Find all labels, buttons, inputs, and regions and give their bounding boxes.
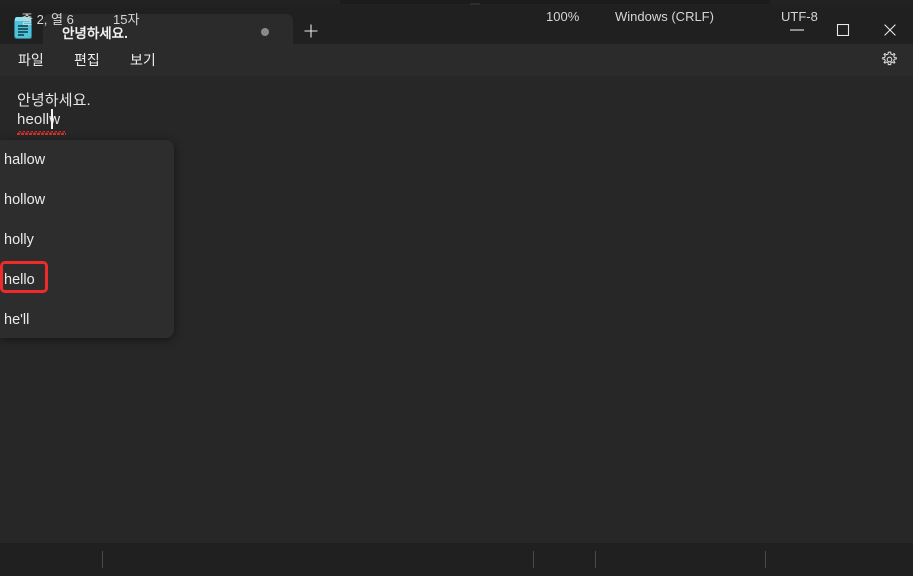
gear-icon [882, 51, 897, 66]
suggestion-item-hollow[interactable]: hollow [0, 180, 174, 220]
menu-item-file[interactable]: 파일 [10, 48, 52, 72]
new-tab-button[interactable] [295, 16, 327, 46]
text-caret [51, 109, 53, 129]
editor-line-2: heollw [17, 111, 61, 128]
suggestion-item-hello[interactable]: hello [0, 260, 174, 300]
status-line-column[interactable]: 줄 2, 열 6 [21, 9, 74, 28]
editor-line-1: 안녕하세요. [17, 92, 91, 109]
suggestion-item-holly[interactable]: holly [0, 220, 174, 260]
background-window-edge-dark [340, 0, 770, 4]
suggestion-item-hell[interactable]: he'll [0, 300, 174, 338]
status-divider-3 [595, 551, 596, 568]
suggestion-item-hallow[interactable]: hallow [0, 140, 174, 180]
menu-bar: 파일 편집 보기 [0, 44, 913, 76]
settings-button[interactable] [874, 44, 905, 75]
close-icon [884, 24, 896, 36]
status-encoding[interactable]: UTF-8 [781, 9, 818, 24]
status-line-ending[interactable]: Windows (CRLF) [615, 9, 714, 24]
status-divider-1 [102, 551, 103, 568]
menu-item-view[interactable]: 보기 [122, 48, 164, 72]
plus-icon [304, 24, 318, 38]
status-divider-2 [533, 551, 534, 568]
status-zoom-level[interactable]: 100% [546, 9, 579, 24]
maximize-icon [836, 24, 850, 36]
unsaved-changes-dot[interactable] [261, 28, 269, 36]
menu-item-edit[interactable]: 편집 [66, 48, 108, 72]
status-bar [0, 543, 913, 576]
status-divider-4 [765, 551, 766, 568]
status-character-count[interactable]: 15자 [113, 9, 139, 28]
notepad-window: 안녕하세요. 파일 편집 보기 안녕하세요. heollw hallow hol… [0, 0, 913, 576]
minimize-icon [790, 29, 804, 31]
spellcheck-suggestion-menu[interactable]: hallow hollow holly hello he'll [0, 140, 174, 338]
spellcheck-underline [17, 131, 66, 135]
